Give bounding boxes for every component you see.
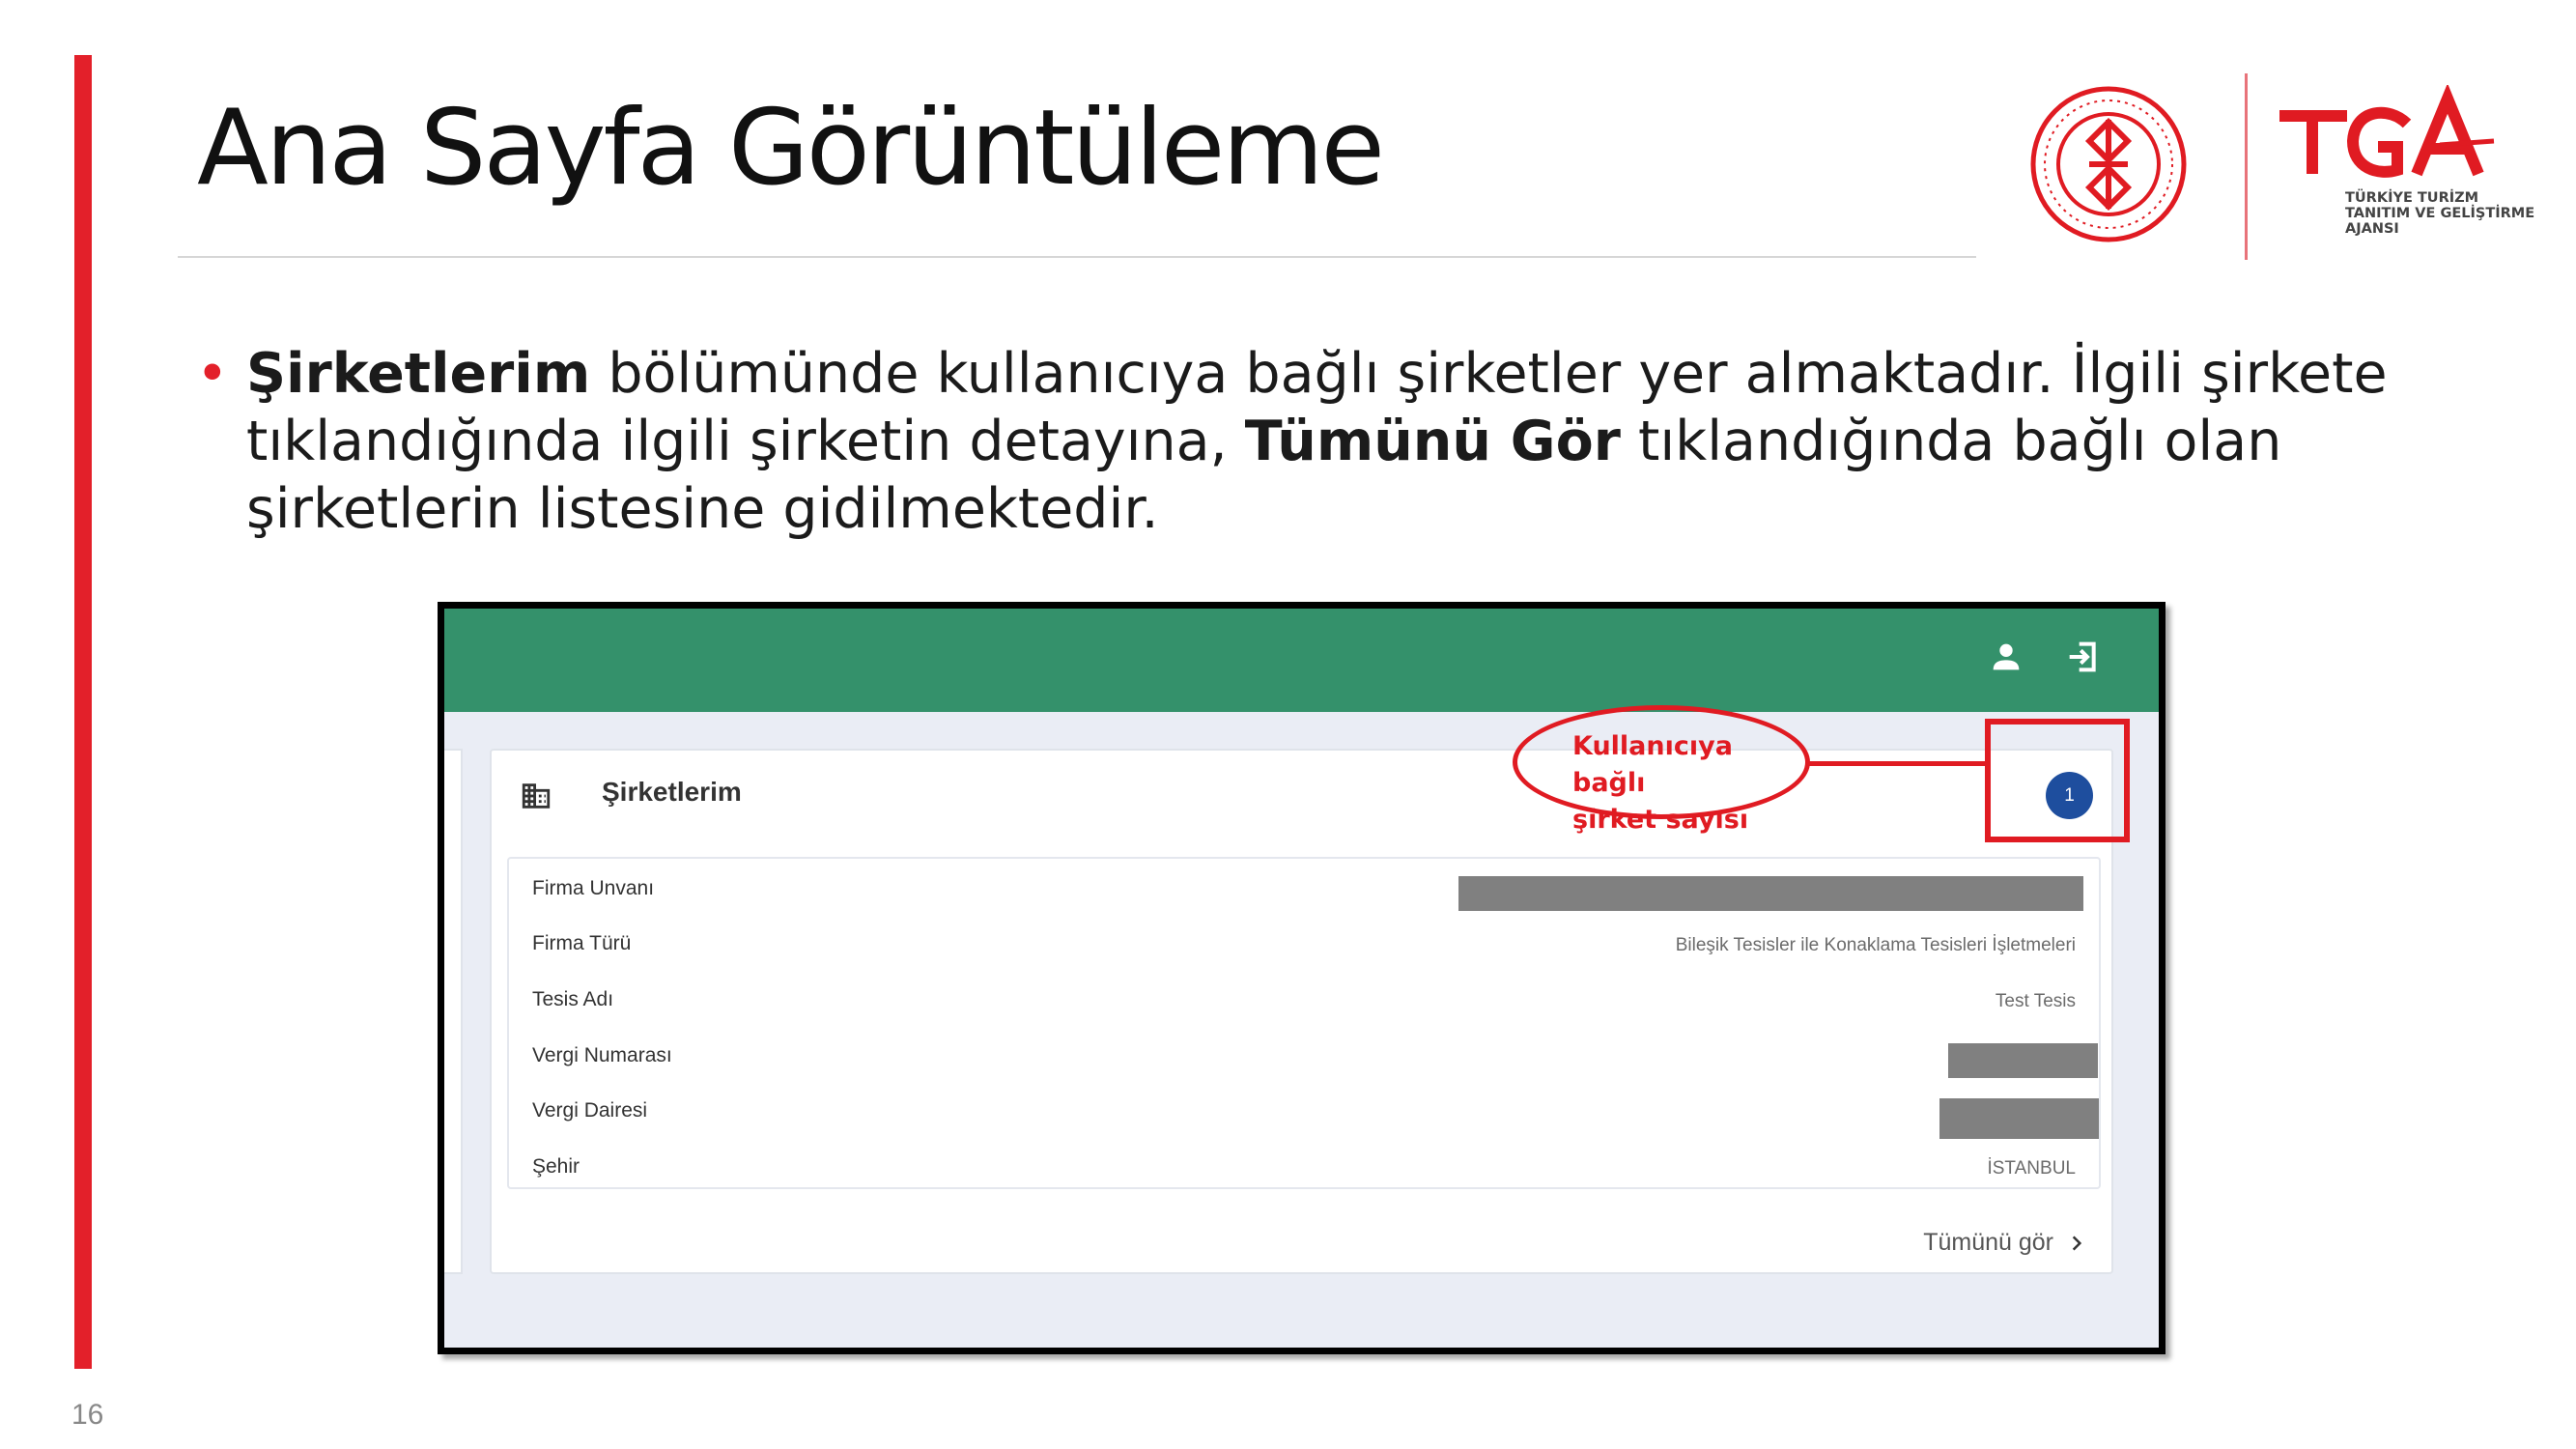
- detail-value: Bileşik Tesisler ile Konaklama Tesisleri…: [1675, 935, 2076, 955]
- detail-row-vergi-numarasi: Vergi Numarası: [509, 1034, 2099, 1078]
- detail-row-firma-turu: Firma Türü Bileşik Tesisler ile Konaklam…: [509, 922, 2099, 960]
- tga-mark-icon: [2279, 83, 2495, 178]
- redacted-value: [1948, 1043, 2098, 1078]
- tga-subtitle-line3: AJANSI: [2345, 221, 2399, 237]
- logo-divider: [2245, 73, 2248, 260]
- redacted-value: [1458, 876, 2083, 911]
- app-header: [444, 609, 2159, 712]
- accent-bar: [74, 55, 92, 1369]
- tga-subtitle-line1: TÜRKİYE TURİZM: [2345, 190, 2479, 206]
- tga-logo: TÜRKİYE TURİZM TANITIM VE GELİŞTİRME AJA…: [2272, 83, 2534, 240]
- annotation-text: Kullanıcıya bağlı şirket sayısı: [1572, 728, 1804, 838]
- detail-label: Şehir: [532, 1155, 580, 1178]
- building-icon: [522, 783, 551, 809]
- see-all-link[interactable]: Tümünü gör: [1923, 1229, 2086, 1257]
- side-panel: [444, 749, 463, 1274]
- bullet-paragraph: • Şirketlerim bölümünde kullanıcıya bağl…: [196, 340, 2449, 543]
- detail-row-firma-unvani: Firma Unvanı: [509, 867, 2099, 911]
- detail-label: Firma Türü: [532, 932, 632, 954]
- annotation-line1: Kullanıcıya bağlı: [1572, 731, 1733, 798]
- companies-card[interactable]: Şirketlerim 1 Firma Unvanı Firma Türü Bi…: [490, 749, 2113, 1274]
- detail-label: Firma Unvanı: [532, 877, 655, 899]
- annotation-connector: [1808, 761, 1990, 766]
- title-divider: [178, 256, 1976, 258]
- bullet-marker: •: [196, 342, 229, 406]
- annotation-line2: şirket sayısı: [1572, 805, 1749, 835]
- redacted-value: [1939, 1098, 2099, 1139]
- tga-subtitle-line2: TANITIM VE GELİŞTİRME: [2345, 206, 2535, 221]
- detail-row-tesis-adi: Tesis Adı Test Tesis: [509, 978, 2099, 1016]
- app-screenshot: Şirketlerim 1 Firma Unvanı Firma Türü Bi…: [438, 602, 2166, 1354]
- detail-label: Vergi Numarası: [532, 1044, 672, 1066]
- see-all-label: Tümünü gör: [1923, 1229, 2053, 1256]
- detail-label: Vergi Dairesi: [532, 1099, 648, 1122]
- detail-row-vergi-dairesi: Vergi Dairesi: [509, 1089, 2099, 1139]
- logout-icon[interactable]: [2063, 638, 2102, 676]
- page-number: 16: [71, 1399, 104, 1431]
- card-title: Şirketlerim: [602, 777, 742, 807]
- detail-label: Tesis Adı: [532, 988, 614, 1010]
- slide-title: Ana Sayfa Görüntüleme: [197, 88, 1385, 209]
- bullet-bold-sirketlerim: Şirketlerim: [246, 342, 591, 406]
- chevron-right-icon: [2072, 1235, 2082, 1251]
- detail-value: İSTANBUL: [1987, 1158, 2076, 1179]
- company-detail-table[interactable]: Firma Unvanı Firma Türü Bileşik Tesisler…: [507, 857, 2101, 1189]
- detail-value: Test Tesis: [1995, 991, 2076, 1011]
- user-icon[interactable]: [1987, 638, 2025, 676]
- annotation-highlight-box: [1985, 719, 2130, 842]
- ministry-seal-icon: [2030, 86, 2187, 242]
- detail-row-sehir: Şehir İSTANBUL: [509, 1145, 2099, 1183]
- bullet-bold-tumunu-gor: Tümünü Gör: [1244, 410, 1621, 473]
